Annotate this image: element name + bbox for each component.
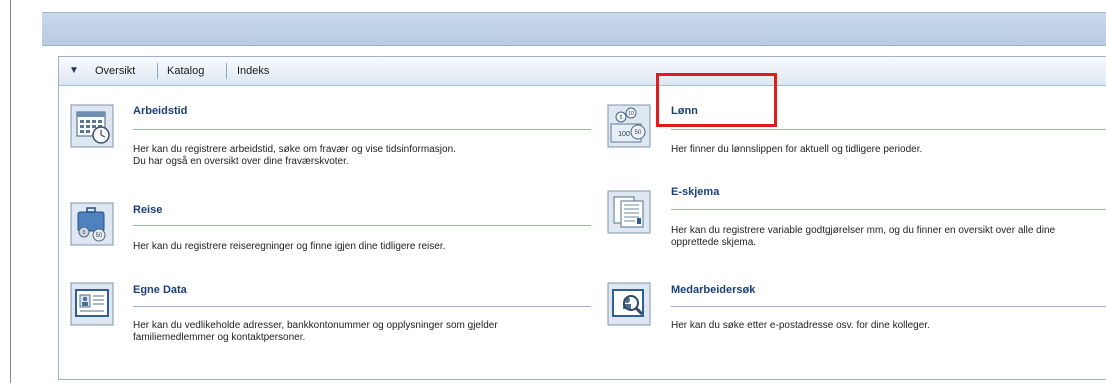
entry-title-e-skjema[interactable]: E-skjema: [671, 185, 719, 199]
entry-divider: [133, 306, 591, 307]
svg-text:100: 100: [618, 131, 630, 138]
collapse-toggle-icon[interactable]: ▼: [67, 65, 81, 77]
svg-text:50: 50: [96, 233, 103, 239]
suitcase-money-icon[interactable]: 50 5: [70, 202, 114, 246]
entry-title-egne-data[interactable]: Egne Data: [133, 283, 187, 297]
entry-desc-line: Her kan du registrere arbeidstid, søke o…: [133, 144, 456, 155]
money-coins-icon[interactable]: 100 5 10 50: [607, 104, 651, 148]
entry-title-lonn[interactable]: Lønn: [671, 104, 698, 118]
entry-desc-line: opprettede skjema.: [671, 237, 757, 248]
svg-text:5: 5: [620, 115, 623, 121]
header-band: [42, 12, 1106, 46]
left-divider: [10, 0, 11, 383]
entry-divider: [671, 209, 1106, 210]
entry-divider: [133, 225, 591, 226]
tab-label: Oversikt: [95, 65, 136, 77]
entry-title-reise[interactable]: Reise: [133, 203, 162, 217]
entry-divider: [133, 129, 591, 130]
entry-desc-line: Her kan du registrere reiseregninger og …: [133, 241, 446, 252]
entry-desc-line: familiemedlemmer og kontaktpersoner.: [133, 332, 306, 343]
tab-separator: [157, 63, 158, 79]
entry-desc-line: Her kan du vedlikeholde adresser, bankko…: [133, 320, 498, 331]
tab-oversikt[interactable]: Oversikt: [95, 63, 135, 79]
entry-divider: [671, 129, 1106, 130]
tab-katalog[interactable]: Katalog: [167, 63, 204, 79]
entry-title-medarbeidersok[interactable]: Medarbeidersøk: [671, 283, 755, 297]
tab-label: Indeks: [237, 65, 270, 77]
entry-desc-line: Her kan du søke etter e-postadresse osv.…: [671, 320, 930, 331]
entry-divider: [671, 306, 1106, 307]
person-search-icon[interactable]: [607, 282, 651, 326]
entry-title-arbeidstid[interactable]: Arbeidstid: [133, 104, 187, 118]
entry-desc-line: Du har også en oversikt over dine fravær…: [133, 156, 349, 167]
calendar-clock-icon[interactable]: [70, 104, 114, 148]
tab-label: Katalog: [167, 65, 205, 77]
svg-text:10: 10: [628, 111, 634, 117]
tab-separator: [226, 63, 227, 79]
id-card-icon[interactable]: [70, 282, 114, 326]
forms-icon[interactable]: [607, 190, 651, 234]
panel-tab-bar: ▼ Oversikt Katalog Indeks: [59, 57, 1106, 86]
entry-desc-line: Her kan du registrere variable godtgjøre…: [671, 225, 1056, 236]
svg-text:5: 5: [83, 230, 86, 236]
svg-text:50: 50: [635, 130, 642, 136]
entry-desc-line: Her finner du lønnslippen for aktuell og…: [671, 144, 923, 155]
tab-indeks[interactable]: Indeks: [237, 63, 269, 79]
